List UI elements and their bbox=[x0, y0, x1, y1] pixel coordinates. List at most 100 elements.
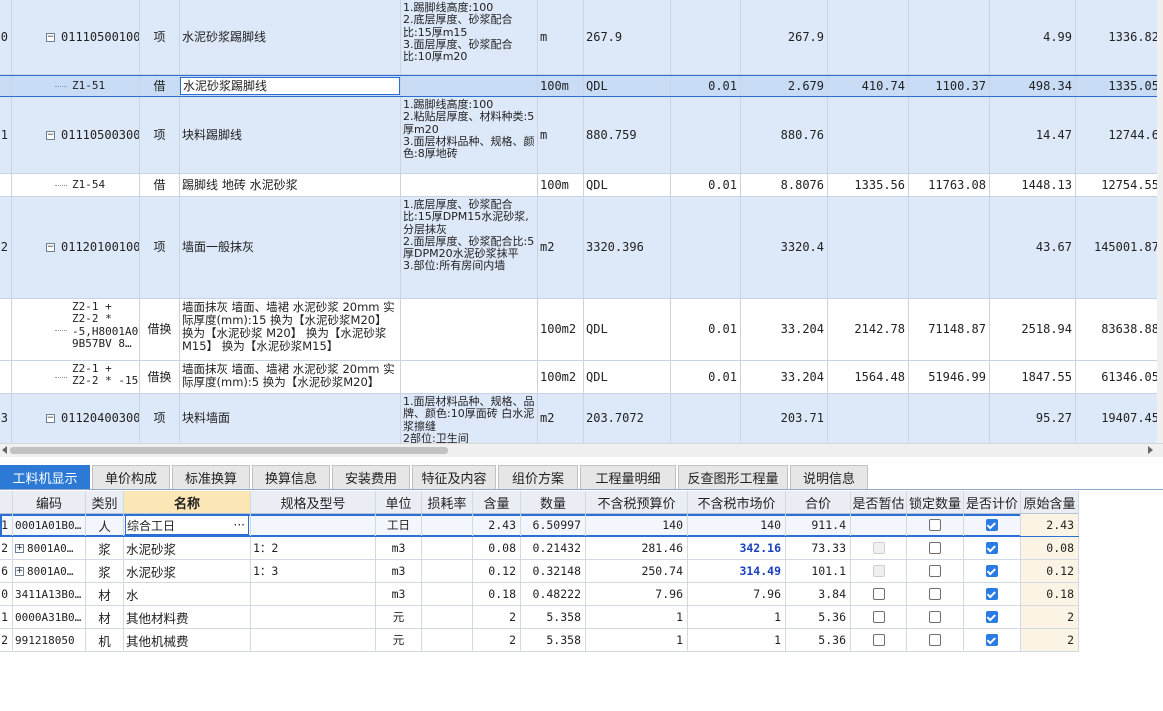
cell-qty[interactable]: 0.32148 bbox=[521, 560, 586, 582]
cell-spec[interactable] bbox=[251, 629, 376, 651]
cell-content[interactable]: 2 bbox=[473, 606, 521, 628]
is-priced-checkbox[interactable] bbox=[986, 565, 998, 577]
cell-qty[interactable]: 0.21432 bbox=[521, 537, 586, 559]
cell-tp[interactable]: 1335.05 bbox=[1076, 76, 1163, 96]
cell-total[interactable]: 5.36 bbox=[786, 629, 851, 651]
cell-code[interactable]: +8001A0… bbox=[13, 537, 86, 559]
cell-expr[interactable]: 880.759 bbox=[584, 97, 671, 173]
cell-qty[interactable]: 267.9 bbox=[741, 0, 828, 74]
cell-qty[interactable]: 0.48222 bbox=[521, 583, 586, 605]
top-grid-vertical-scrollbar[interactable] bbox=[1157, 0, 1163, 443]
cell-budget[interactable]: 1 bbox=[586, 629, 688, 651]
cell-cat[interactable]: 浆 bbox=[86, 537, 124, 559]
cell-lock[interactable] bbox=[907, 560, 964, 582]
cell-c2[interactable] bbox=[909, 0, 990, 74]
tab-9[interactable]: 说明信息 bbox=[790, 465, 868, 489]
quota-row[interactable]: Z1-51 借 水泥砂浆踢脚线 100m QDL 0.01 2.679 410.74 1100.… bbox=[0, 75, 1163, 97]
cell-qty[interactable]: 6.50997 bbox=[521, 514, 586, 536]
cell-coef[interactable]: 0.01 bbox=[671, 299, 741, 360]
cell-content[interactable]: 2 bbox=[473, 629, 521, 651]
cell-tp[interactable]: 12754.55 bbox=[1076, 174, 1163, 196]
cell-orig[interactable]: 0.08 bbox=[1021, 537, 1079, 559]
cell-total[interactable]: 73.33 bbox=[786, 537, 851, 559]
is-priced-checkbox[interactable] bbox=[986, 634, 998, 646]
cell-tp[interactable]: 83638.88 bbox=[1076, 299, 1163, 360]
cell-unit[interactable]: m2 bbox=[538, 394, 584, 443]
cell-code[interactable]: Z2-1 + Z2-2 * -15 bbox=[12, 361, 140, 393]
cell-feature[interactable] bbox=[401, 361, 538, 393]
cell-loss[interactable] bbox=[422, 537, 473, 559]
is-priced-checkbox[interactable] bbox=[986, 611, 998, 623]
cell-name[interactable]: 墙面抹灰 墙面、墙裙 水泥砂浆 20mm 实际厚度(mm):15 换为【水泥砂浆… bbox=[180, 299, 401, 360]
is-priced-checkbox[interactable] bbox=[986, 588, 998, 600]
quota-row[interactable]: Z1-54 借 踢脚线 地砖 水泥砂浆 100m QDL 0.01 8.8076 1335.5… bbox=[0, 174, 1163, 197]
cell-budget[interactable]: 7.96 bbox=[586, 583, 688, 605]
cell-content[interactable]: 2.43 bbox=[473, 514, 521, 536]
top-grid-horizontal-scrollbar[interactable] bbox=[0, 443, 1163, 457]
resource-row[interactable]: 2 991218050 机其他机械费 元 2 5.358 1 1 5.36 2 bbox=[0, 629, 1079, 652]
cell-code[interactable]: Z1-54 bbox=[12, 174, 140, 196]
cell-code[interactable]: 991218050 bbox=[13, 629, 86, 651]
tab-4[interactable]: 安装费用 bbox=[332, 465, 410, 489]
cell-content[interactable]: 0.08 bbox=[473, 537, 521, 559]
cell-name[interactable]: 综合工日 ··· bbox=[124, 514, 251, 536]
cell-cat[interactable]: 机 bbox=[86, 629, 124, 651]
cell-expr[interactable]: 3320.396 bbox=[584, 197, 671, 298]
bill-items-grid[interactable]: 60−011105001001项水泥砂浆踢脚线1.踢脚线高度:100 2.底层厚… bbox=[0, 0, 1163, 443]
cell-qty[interactable]: 5.358 bbox=[521, 629, 586, 651]
cell-unit[interactable]: 100m2 bbox=[538, 361, 584, 393]
cell-cat[interactable]: 浆 bbox=[86, 560, 124, 582]
cell-code[interactable]: 3411A13B0… bbox=[13, 583, 86, 605]
tab-3[interactable]: 换算信息 bbox=[252, 465, 330, 489]
cell-spec[interactable] bbox=[251, 583, 376, 605]
cell-lock[interactable] bbox=[907, 537, 964, 559]
cell-unit[interactable]: 元 bbox=[376, 629, 422, 651]
provisional-checkbox[interactable] bbox=[872, 634, 885, 646]
provisional-checkbox[interactable] bbox=[872, 588, 885, 600]
bill-item-row[interactable]: 61 −011105003001 项 块料踢脚线 1.踢脚线高度:100 2.粘贴层厚度… bbox=[0, 97, 1163, 174]
cell-total[interactable]: 911.4 bbox=[786, 514, 851, 536]
cell-unit[interactable]: 工日 bbox=[376, 514, 422, 536]
cell-tp[interactable]: 12744.6 bbox=[1076, 97, 1163, 173]
cell-expr[interactable]: QDL bbox=[584, 299, 671, 360]
cell-unit[interactable]: 100m bbox=[538, 76, 584, 96]
cell-unit[interactable]: m bbox=[538, 97, 584, 173]
cell-up[interactable]: 43.67 bbox=[990, 197, 1076, 298]
cell-loss[interactable] bbox=[422, 629, 473, 651]
resource-row[interactable]: 0 3411A13B0… 材水 m3 0.18 0.48222 7.96 7.96 3.84 0.… bbox=[0, 583, 1079, 606]
cell-lock[interactable] bbox=[907, 629, 964, 651]
cell-coef[interactable]: 0.01 bbox=[671, 361, 741, 393]
cell-c2[interactable]: 1100.37 bbox=[909, 76, 990, 96]
cell-type[interactable]: 项 bbox=[140, 197, 180, 298]
lock-quantity-checkbox[interactable] bbox=[929, 519, 941, 531]
cell-temp[interactable] bbox=[851, 560, 907, 582]
header-code[interactable]: 编码 bbox=[13, 491, 86, 513]
cell-tp[interactable]: 145001.87 bbox=[1076, 197, 1163, 298]
header-qty[interactable]: 数量 bbox=[521, 491, 586, 513]
lock-quantity-checkbox[interactable] bbox=[929, 634, 941, 646]
cell-type[interactable]: 项 bbox=[140, 97, 180, 173]
cell-c2[interactable]: 71148.87 bbox=[909, 299, 990, 360]
provisional-checkbox[interactable] bbox=[872, 611, 885, 623]
cell-expr[interactable]: 203.7072 bbox=[584, 394, 671, 443]
cell-budget[interactable]: 250.74 bbox=[586, 560, 688, 582]
cell-price[interactable] bbox=[964, 606, 1021, 628]
cell-orig[interactable]: 0.12 bbox=[1021, 560, 1079, 582]
name-edit-box[interactable]: 水泥砂浆踢脚线 bbox=[180, 77, 400, 95]
cell-c2[interactable]: 51946.99 bbox=[909, 361, 990, 393]
cell-coef[interactable]: 0.01 bbox=[671, 76, 741, 96]
cell-type[interactable]: 借换 bbox=[140, 361, 180, 393]
cell-tp[interactable]: 19407.45 bbox=[1076, 394, 1163, 443]
cell-price[interactable] bbox=[964, 560, 1021, 582]
cell-orig[interactable]: 2 bbox=[1021, 606, 1079, 628]
header-content[interactable]: 含量 bbox=[473, 491, 521, 513]
header-temp[interactable]: 是否暂估 bbox=[851, 491, 907, 513]
lock-quantity-checkbox[interactable] bbox=[929, 542, 941, 554]
cell-feature[interactable] bbox=[401, 299, 538, 360]
cell-loss[interactable] bbox=[422, 560, 473, 582]
cell-code[interactable]: −011204003001 bbox=[12, 394, 140, 443]
cell-expr[interactable]: QDL bbox=[584, 361, 671, 393]
cell-name[interactable]: 水泥砂浆踢脚线 bbox=[180, 76, 401, 96]
cell-unit[interactable]: 100m2 bbox=[538, 299, 584, 360]
cell-temp[interactable] bbox=[851, 537, 907, 559]
